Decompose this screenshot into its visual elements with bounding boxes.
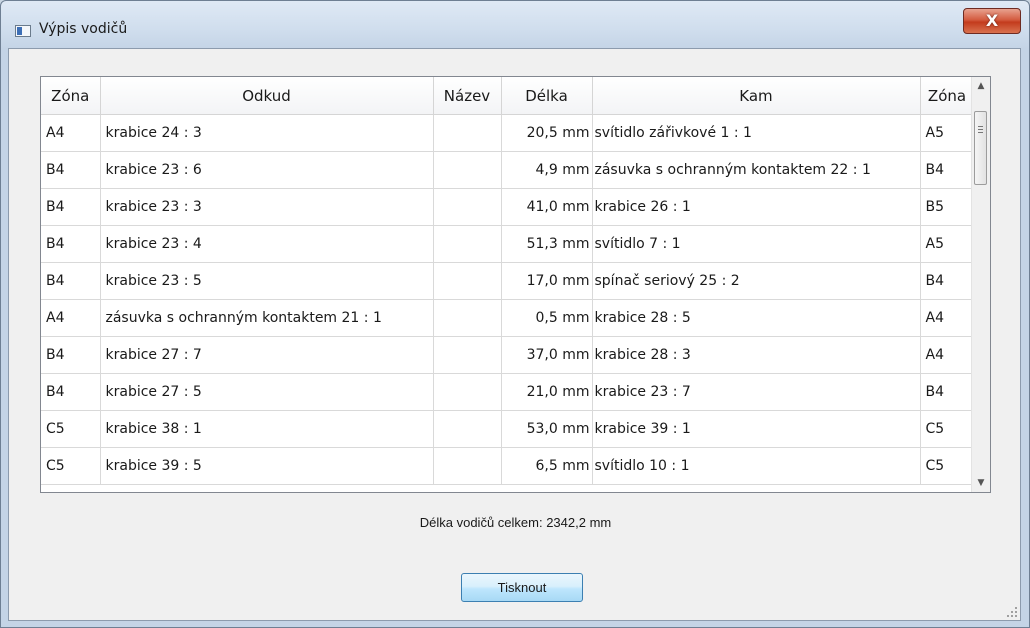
cell-nazev <box>433 299 502 337</box>
table-row[interactable]: A4 zásuvka s ochranným kontaktem 21 : 1 0,… <box>41 299 975 337</box>
cell-delka: 20,5 mm <box>501 114 593 152</box>
cell-nazev <box>433 336 502 374</box>
table-row[interactable]: B4 krabice 23 : 3 41,0 mm krabice 26 : 1 B5 <box>41 188 975 226</box>
cell-delka: 41,0 mm <box>501 188 593 226</box>
cell-kam: krabice 28 : 3 <box>592 336 921 374</box>
window: Výpis vodičů X Zóna Odkud Název Délka Ka… <box>0 0 1030 628</box>
cell-zona-from: B4 <box>41 262 101 300</box>
cell-kam: svítidlo 7 : 1 <box>592 225 921 263</box>
cell-nazev <box>433 410 502 448</box>
cell-nazev <box>433 188 502 226</box>
cell-delka: 37,0 mm <box>501 336 593 374</box>
cell-delka: 17,0 mm <box>501 262 593 300</box>
dialog-body: Zóna Odkud Název Délka Kam Zóna A4 krabic… <box>8 48 1021 621</box>
cell-zona-from: A4 <box>41 114 101 152</box>
cell-zona-to: A4 <box>920 299 975 337</box>
cell-delka: 6,5 mm <box>501 447 593 485</box>
cell-zona-from: B4 <box>41 336 101 374</box>
cell-kam: krabice 23 : 7 <box>592 373 921 411</box>
cell-delka: 51,3 mm <box>501 225 593 263</box>
cell-zona-to: A5 <box>920 225 975 263</box>
scroll-up-icon[interactable]: ▲ <box>972 77 990 95</box>
wires-grid: Zóna Odkud Název Délka Kam Zóna A4 krabic… <box>40 76 991 493</box>
cell-kam: svítidlo zářivkové 1 : 1 <box>592 114 921 152</box>
resize-grip-icon[interactable] <box>1007 607 1017 617</box>
window-icon <box>15 25 31 37</box>
print-button[interactable]: Tisknout <box>461 573 583 602</box>
table-row[interactable]: B4 krabice 27 : 7 37,0 mm krabice 28 : 3 A4 <box>41 336 975 374</box>
cell-nazev <box>433 225 502 263</box>
table-row[interactable]: B4 krabice 23 : 5 17,0 mm spínač seriový 25… <box>41 262 975 300</box>
cell-zona-from: A4 <box>41 299 101 337</box>
cell-zona-from: B4 <box>41 225 101 263</box>
cell-zona-to: B5 <box>920 188 975 226</box>
cell-zona-to: C5 <box>920 410 975 448</box>
cell-odkud: krabice 39 : 5 <box>100 447 434 485</box>
cell-kam: krabice 26 : 1 <box>592 188 921 226</box>
cell-zona-from: B4 <box>41 188 101 226</box>
cell-zona-to: B4 <box>920 262 975 300</box>
cell-delka: 53,0 mm <box>501 410 593 448</box>
cell-odkud: krabice 23 : 6 <box>100 151 434 189</box>
cell-delka: 4,9 mm <box>501 151 593 189</box>
table-row[interactable]: B4 krabice 23 : 4 51,3 mm svítidlo 7 : 1 A5 <box>41 225 975 263</box>
cell-zona-from: C5 <box>41 447 101 485</box>
cell-odkud: krabice 38 : 1 <box>100 410 434 448</box>
column-header-delka[interactable]: Délka <box>501 77 593 115</box>
cell-kam: krabice 28 : 5 <box>592 299 921 337</box>
cell-zona-to: B4 <box>920 151 975 189</box>
cell-zona-from: B4 <box>41 373 101 411</box>
column-header-zona-from[interactable]: Zóna <box>41 77 101 115</box>
table-row[interactable]: C5 krabice 38 : 1 53,0 mm krabice 39 : 1 C5 <box>41 410 975 448</box>
cell-nazev <box>433 151 502 189</box>
wires-table: Zóna Odkud Název Délka Kam Zóna A4 krabic… <box>41 77 975 485</box>
cell-odkud: zásuvka s ochranným kontaktem 21 : 1 <box>100 299 434 337</box>
table-row[interactable]: B4 krabice 23 : 6 4,9 mm zásuvka s ochranný… <box>41 151 975 189</box>
cell-odkud: krabice 24 : 3 <box>100 114 434 152</box>
vertical-scrollbar[interactable]: ▲ ▼ <box>971 77 990 492</box>
cell-zona-to: A4 <box>920 336 975 374</box>
window-title: Výpis vodičů <box>39 21 128 37</box>
cell-odkud: krabice 27 : 5 <box>100 373 434 411</box>
scroll-thumb[interactable] <box>974 111 987 185</box>
cell-nazev <box>433 447 502 485</box>
title-bar[interactable]: Výpis vodičů X <box>1 1 1029 49</box>
cell-zona-to: A5 <box>920 114 975 152</box>
cell-delka: 21,0 mm <box>501 373 593 411</box>
cell-kam: krabice 39 : 1 <box>592 410 921 448</box>
cell-odkud: krabice 23 : 5 <box>100 262 434 300</box>
cell-zona-to: C5 <box>920 447 975 485</box>
cell-zona-from: C5 <box>41 410 101 448</box>
cell-zona-from: B4 <box>41 151 101 189</box>
table-row[interactable]: C5 krabice 39 : 5 6,5 mm svítidlo 10 : 1 C5 <box>41 447 975 485</box>
cell-zona-to: B4 <box>920 373 975 411</box>
close-button[interactable]: X <box>963 8 1021 34</box>
cell-kam: svítidlo 10 : 1 <box>592 447 921 485</box>
table-row[interactable]: B4 krabice 27 : 5 21,0 mm krabice 23 : 7 B4 <box>41 373 975 411</box>
total-length-label: Délka vodičů celkem: 2342,2 mm <box>419 515 612 530</box>
scroll-down-icon[interactable]: ▼ <box>972 474 990 492</box>
cell-odkud: krabice 23 : 3 <box>100 188 434 226</box>
column-header-nazev[interactable]: Název <box>433 77 502 115</box>
cell-nazev <box>433 373 502 411</box>
cell-delka: 0,5 mm <box>501 299 593 337</box>
column-header-odkud[interactable]: Odkud <box>100 77 434 115</box>
cell-kam: zásuvka s ochranným kontaktem 22 : 1 <box>592 151 921 189</box>
cell-nazev <box>433 114 502 152</box>
cell-odkud: krabice 27 : 7 <box>100 336 434 374</box>
table-row[interactable]: A4 krabice 24 : 3 20,5 mm svítidlo zářivkov… <box>41 114 975 152</box>
header-row: Zóna Odkud Název Délka Kam Zóna <box>41 77 975 115</box>
cell-kam: spínač seriový 25 : 2 <box>592 262 921 300</box>
cell-odkud: krabice 23 : 4 <box>100 225 434 263</box>
column-header-zona-to[interactable]: Zóna <box>920 77 975 115</box>
column-header-kam[interactable]: Kam <box>592 77 921 115</box>
cell-nazev <box>433 262 502 300</box>
